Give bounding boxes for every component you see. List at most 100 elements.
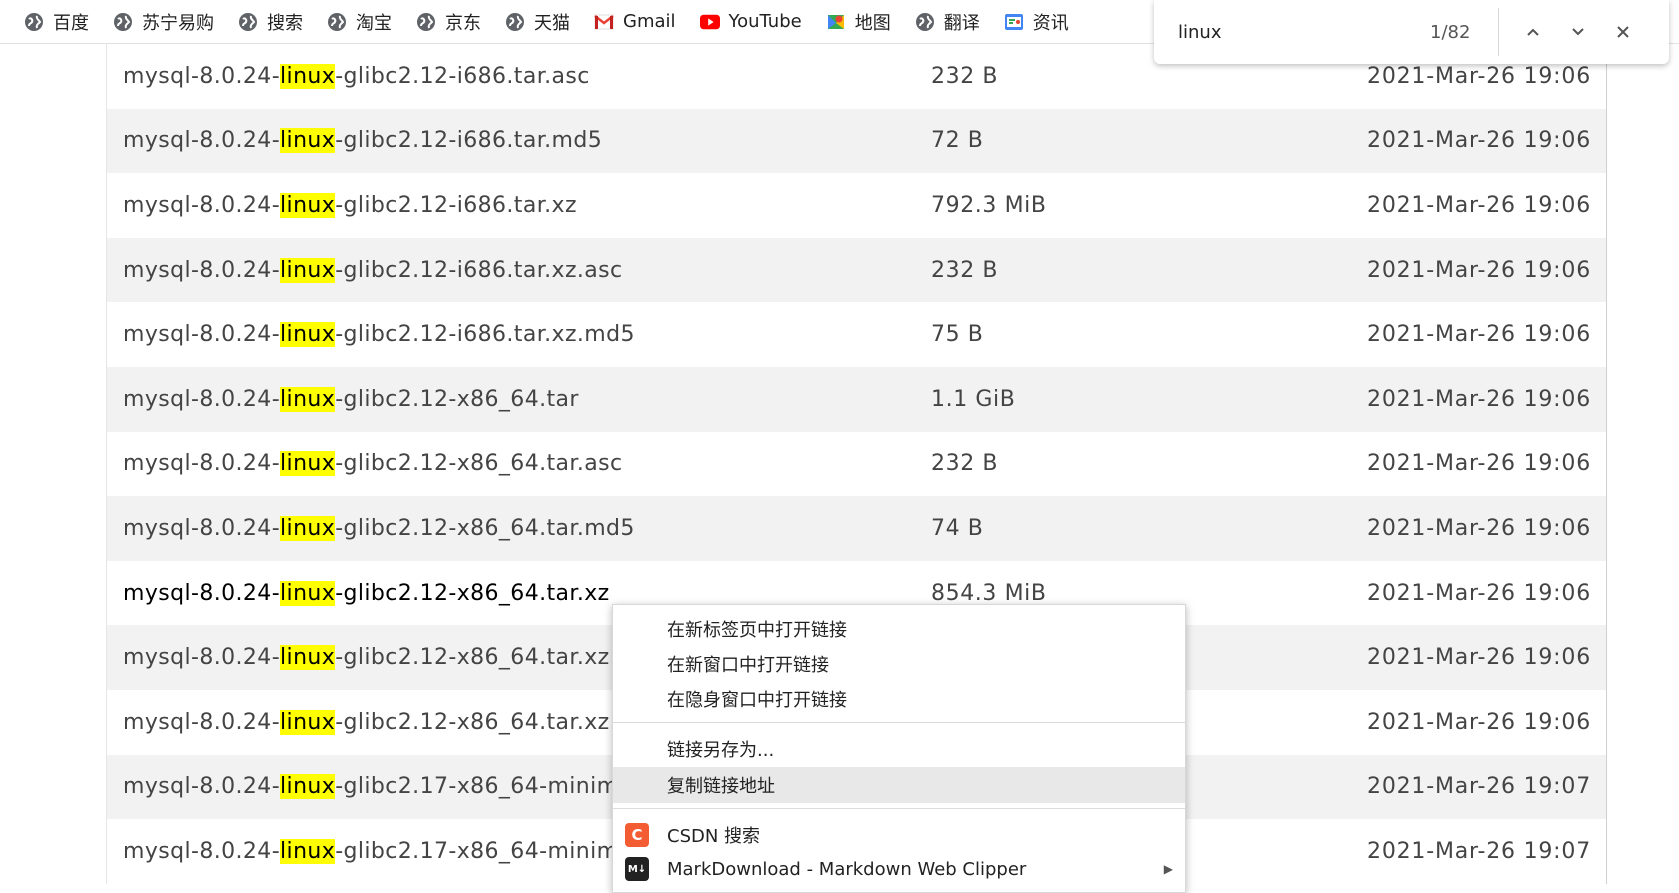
close-icon (1617, 26, 1629, 38)
file-name-prefix: mysql-8.0.24- (123, 63, 281, 89)
file-name-link[interactable]: mysql-8.0.24-linux-glibc2.12-i686.tar.xz… (123, 322, 635, 348)
file-name-prefix: mysql-8.0.24- (123, 451, 281, 477)
file-date: 2021-Mar-26 19:06 (1367, 451, 1591, 477)
bookmark-item[interactable]: YouTube (699, 4, 802, 40)
context-menu-item[interactable]: M↓ MarkDownload - Markdown Web Clipper ▶ (613, 851, 1185, 887)
file-name-link[interactable]: mysql-8.0.24-linux-glibc2.12-i686.tar.md… (123, 128, 602, 154)
bookmark-item[interactable]: 搜索 (238, 4, 303, 40)
file-size: 792.3 MiB (931, 192, 1047, 218)
file-name-suffix: -glibc2.12-i686.tar.xz (335, 192, 577, 218)
file-name-link[interactable]: mysql-8.0.24-linux-glibc2.12-x86_64.tar.… (123, 709, 617, 735)
file-date: 2021-Mar-26 19:06 (1367, 63, 1591, 89)
find-previous-button[interactable] (1517, 16, 1549, 48)
find-highlight: linux (280, 515, 336, 541)
file-name-link[interactable]: mysql-8.0.24-linux-glibc2.12-x86_64.tar.… (123, 515, 635, 541)
file-size: 74 B (931, 515, 984, 541)
bookmark-label: 天猫 (534, 12, 570, 34)
file-name-link[interactable]: mysql-8.0.24-linux-glibc2.12-x86_64.tar (123, 386, 579, 412)
context-menu-item-label: 在新窗口中打开链接 (667, 655, 829, 676)
find-bar: 1/82 (1154, 0, 1669, 64)
bookmark-item[interactable]: 资讯 (1004, 4, 1069, 40)
file-size: 75 B (931, 322, 984, 348)
bookmark-item[interactable]: 地图 (826, 4, 891, 40)
globe-icon (238, 12, 258, 32)
bookmark-item[interactable]: 苏宁易购 (113, 4, 214, 40)
file-date: 2021-Mar-26 19:07 (1367, 838, 1591, 864)
table-row: mysql-8.0.24-linux-glibc2.12-i686.tar.xz… (107, 173, 1606, 238)
table-row: mysql-8.0.24-linux-glibc2.12-x86_64.tar.… (107, 432, 1606, 497)
find-input[interactable] (1178, 17, 1408, 47)
bookmark-item[interactable]: 翻译 (915, 4, 980, 40)
file-name-link[interactable]: mysql-8.0.24-linux-glibc2.12-x86_64.tar.… (123, 451, 622, 477)
file-name-link[interactable]: mysql-8.0.24-linux-glibc2.17-x86_64-mini… (123, 774, 618, 800)
context-menu-item-label: 在新标签页中打开链接 (667, 620, 847, 641)
bookmark-item[interactable]: 天猫 (505, 4, 570, 40)
chevron-down-icon (1572, 28, 1584, 36)
context-menu-item-label: MarkDownload - Markdown Web Clipper (667, 858, 1027, 880)
find-highlight: linux (280, 645, 336, 671)
table-row: mysql-8.0.24-linux-glibc2.12-x86_64.tar.… (107, 496, 1606, 561)
file-name-link[interactable]: mysql-8.0.24-linux-glibc2.12-i686.tar.as… (123, 63, 590, 89)
file-date: 2021-Mar-26 19:06 (1367, 515, 1591, 541)
bookmark-item[interactable]: Gmail (594, 4, 676, 40)
find-highlight: linux (280, 257, 336, 283)
table-row: mysql-8.0.24-linux-glibc2.12-i686.tar.xz… (107, 237, 1606, 303)
csdn-icon: C (625, 823, 649, 847)
find-highlight: linux (280, 386, 336, 412)
file-name-link[interactable]: mysql-8.0.24-linux-glibc2.12-i686.tar.xz (123, 192, 577, 218)
bookmark-label: 百度 (53, 12, 89, 34)
bookmark-item[interactable]: 淘宝 (327, 4, 392, 40)
context-menu-item[interactable]: 复制链接地址 (613, 767, 1185, 803)
file-name-suffix: -glibc2.12-x86_64.tar (335, 386, 579, 412)
file-name-suffix: -glibc2.12-x86_64.tar.xz. (335, 645, 617, 671)
file-date: 2021-Mar-26 19:06 (1367, 645, 1591, 671)
file-name-link[interactable]: mysql-8.0.24-linux-glibc2.12-i686.tar.xz… (123, 257, 623, 283)
file-name-prefix: mysql-8.0.24- (123, 128, 281, 154)
file-date: 2021-Mar-26 19:06 (1367, 580, 1591, 606)
file-name-prefix: mysql-8.0.24- (123, 192, 281, 218)
file-size: 854.3 MiB (931, 580, 1047, 606)
globe-icon (505, 12, 525, 32)
file-name-suffix: -glibc2.12-i686.tar.asc (335, 63, 590, 89)
find-highlight: linux (280, 580, 336, 606)
bookmark-label: YouTube (728, 11, 802, 32)
find-highlight: linux (280, 709, 336, 735)
file-date: 2021-Mar-26 19:06 (1367, 128, 1591, 154)
news-icon (1004, 12, 1024, 32)
find-close-button[interactable] (1607, 16, 1639, 48)
file-name-prefix: mysql-8.0.24- (123, 386, 281, 412)
file-name-link[interactable]: mysql-8.0.24-linux-glibc2.12-x86_64.tar.… (123, 580, 610, 606)
markdown-icon: M↓ (625, 857, 649, 881)
bookmark-label: 搜索 (267, 12, 303, 34)
context-menu-item[interactable]: 在新窗口中打开链接 (613, 646, 1185, 682)
file-date: 2021-Mar-26 19:07 (1367, 774, 1591, 800)
bookmark-item[interactable]: 京东 (416, 4, 481, 40)
file-name-prefix: mysql-8.0.24- (123, 515, 281, 541)
context-menu-item-label: 链接另存为... (667, 740, 775, 761)
bookmark-label: 淘宝 (356, 12, 392, 34)
file-date: 2021-Mar-26 19:06 (1367, 257, 1591, 283)
file-size: 232 B (931, 257, 999, 283)
find-highlight: linux (280, 451, 336, 477)
context-menu-item[interactable]: 链接另存为... (613, 731, 1185, 767)
youtube-icon (699, 12, 720, 32)
file-date: 2021-Mar-26 19:06 (1367, 709, 1591, 735)
context-menu-item[interactable]: C CSDN 搜索 (613, 817, 1185, 853)
gmail-icon (594, 12, 614, 32)
find-next-button[interactable] (1562, 16, 1594, 48)
globe-icon (416, 12, 436, 32)
maps-icon (826, 12, 846, 32)
file-name-suffix: -glibc2.12-i686.tar.xz.md5 (335, 322, 635, 348)
globe-icon (915, 12, 935, 32)
context-menu-item[interactable]: 在隐身窗口中打开链接 (613, 681, 1185, 717)
bookmark-label: 地图 (854, 12, 891, 34)
file-size: 1.1 GiB (931, 386, 1016, 412)
bookmark-item[interactable]: 百度 (24, 4, 89, 40)
file-name-link[interactable]: mysql-8.0.24-linux-glibc2.12-x86_64.tar.… (123, 645, 617, 671)
file-name-suffix: -glibc2.12-x86_64.tar.xz. (335, 709, 617, 735)
file-name-suffix: -glibc2.12-i686.tar.xz.asc (335, 257, 623, 283)
find-divider (1498, 8, 1499, 56)
file-name-link[interactable]: mysql-8.0.24-linux-glibc2.17-x86_64-mini… (123, 838, 618, 864)
menu-separator (613, 722, 1185, 723)
context-menu-item[interactable]: 在新标签页中打开链接 (613, 611, 1185, 647)
